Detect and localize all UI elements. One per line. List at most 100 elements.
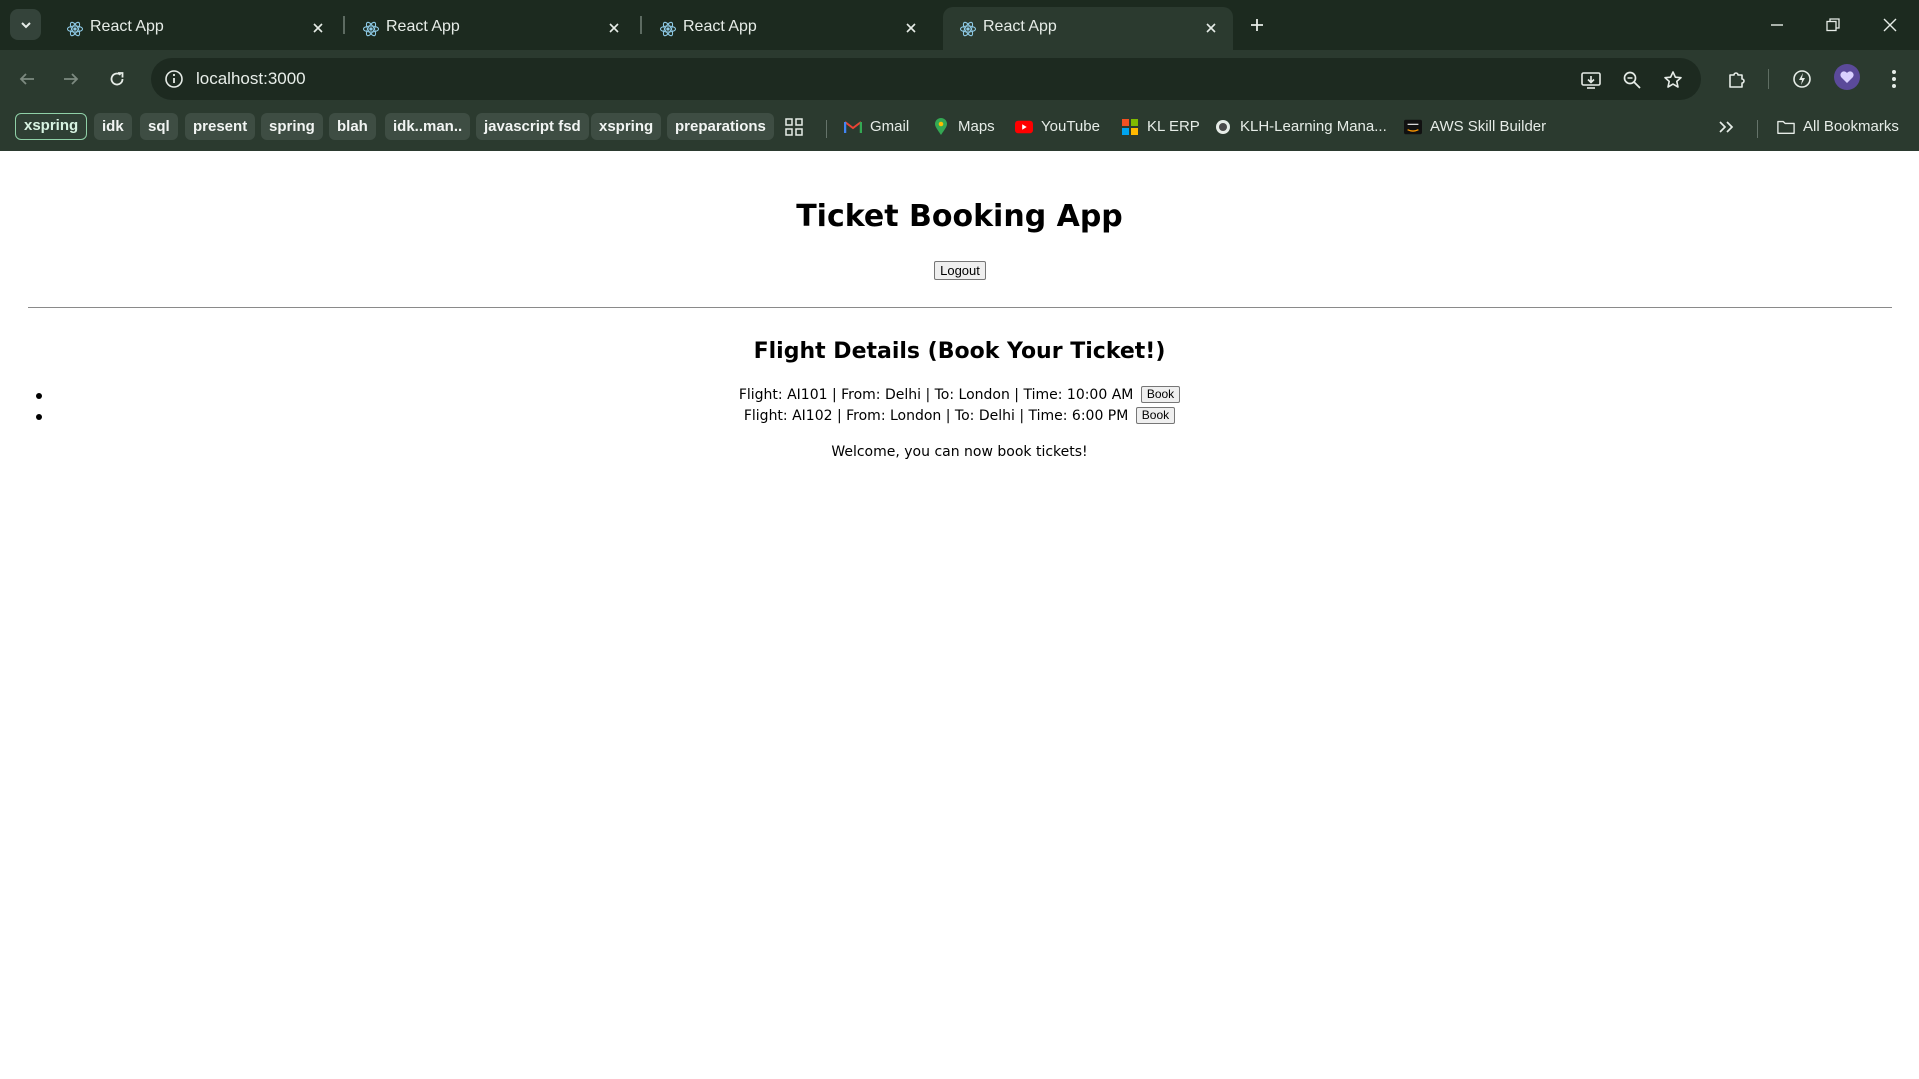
bookmark-folder-xspring[interactable]: xspring [15, 113, 88, 140]
performance-button[interactable] [1787, 64, 1817, 94]
react-icon [66, 21, 84, 37]
install-app-icon[interactable] [1579, 68, 1603, 92]
logout-button[interactable]: Logout [934, 261, 986, 280]
divider [28, 307, 1892, 308]
profile-avatar[interactable] [1834, 64, 1860, 90]
forward-button[interactable] [56, 64, 86, 94]
bookmark-youtube[interactable]: YouTube [1015, 113, 1100, 140]
bookmark-folder-spring[interactable]: spring [261, 113, 323, 140]
address-bar[interactable]: localhost:3000 [151, 58, 1701, 100]
bookmark-folder-sql[interactable]: sql [140, 113, 178, 140]
restore-icon [1826, 18, 1840, 32]
book-button[interactable]: Book [1135, 407, 1176, 424]
tab-2[interactable]: React App [346, 7, 636, 50]
puzzle-icon [1729, 72, 1745, 88]
tab-3[interactable]: React App [643, 7, 933, 50]
plus-icon [1251, 19, 1263, 31]
maps-pin-icon [932, 117, 950, 136]
list-bullet [36, 414, 42, 420]
arrow-left-icon [19, 73, 34, 85]
arrow-right-icon [64, 73, 79, 85]
site-info-icon[interactable] [163, 68, 185, 90]
bookmark-klh-learning[interactable]: KLH-Learning Mana... [1214, 113, 1387, 140]
folder-icon [1777, 118, 1795, 136]
reload-button[interactable] [102, 64, 132, 94]
tab-strip: React App React App React App React App [0, 0, 1919, 50]
youtube-icon [1015, 118, 1033, 136]
bookmark-label: KLH-Learning Mana... [1240, 118, 1387, 135]
bookmark-maps[interactable]: Maps [932, 113, 995, 140]
minimize-icon [1771, 24, 1783, 26]
bookmark-star-icon[interactable] [1661, 68, 1685, 92]
zoom-icon[interactable] [1620, 68, 1644, 92]
close-window-button[interactable] [1875, 10, 1905, 40]
bookmark-kl-erp[interactable]: KL ERP [1121, 113, 1200, 140]
tab-separator [343, 16, 345, 34]
bookmark-gmail[interactable]: Gmail [844, 113, 909, 140]
browser-chrome: React App React App React App React App [0, 0, 1919, 151]
bookmark-folder-javascript-fsd[interactable]: javascript fsd [476, 113, 589, 140]
toolbar-divider [1768, 69, 1769, 89]
list-bullet [36, 393, 42, 399]
tab-title: React App [386, 18, 460, 35]
app-title: Ticket Booking App [796, 199, 1123, 234]
aws-icon [1404, 118, 1422, 136]
close-tab-icon[interactable] [604, 18, 624, 38]
flight-details-text: Flight: AI101 | From: Delhi | To: London… [738, 387, 1134, 403]
url-text: localhost:3000 [196, 69, 306, 88]
performance-icon [1793, 70, 1811, 88]
bookmark-folder-idk-man[interactable]: idk..man.. [385, 113, 471, 140]
tab-1[interactable]: React App [50, 7, 340, 50]
react-icon [959, 21, 977, 37]
apps-grid-icon [785, 117, 803, 136]
bookmark-folder-preparations[interactable]: preparations [667, 113, 774, 140]
more-bookmarks-button[interactable] [1718, 113, 1734, 140]
bookmark-aws-skill-builder[interactable]: AWS Skill Builder [1404, 113, 1546, 140]
kl-erp-icon [1121, 118, 1139, 136]
klh-learning-icon [1214, 118, 1232, 136]
react-icon [362, 21, 380, 37]
flight-list-item: Flight: AI102 | From: London | To: Delhi… [0, 406, 1919, 427]
bookmarks-separator [826, 120, 827, 138]
book-button[interactable]: Book [1140, 386, 1181, 403]
gmail-icon [844, 118, 862, 136]
all-bookmarks-button[interactable]: All Bookmarks [1777, 113, 1899, 140]
bookmark-label: All Bookmarks [1803, 118, 1899, 135]
bookmark-folder-blah[interactable]: blah [329, 113, 376, 140]
tab-4-active[interactable]: React App [943, 7, 1233, 50]
bookmark-label: YouTube [1041, 118, 1100, 135]
back-button[interactable] [12, 64, 42, 94]
restore-button[interactable] [1818, 10, 1848, 40]
close-tab-icon[interactable] [901, 18, 921, 38]
flight-details-text: Flight: AI102 | From: London | To: Delhi… [743, 408, 1129, 424]
browser-menu-button[interactable] [1879, 64, 1909, 94]
page-content: Ticket Booking App Logout Flight Details… [0, 151, 1919, 1079]
tab-title: React App [683, 18, 757, 35]
tab-separator [640, 16, 642, 34]
flight-list: Flight: AI101 | From: Delhi | To: London… [0, 385, 1919, 427]
tab-title: React App [983, 18, 1057, 35]
bookmarks-separator [1757, 120, 1758, 138]
chevron-down-icon [20, 21, 31, 28]
bookmark-label: Maps [958, 118, 995, 135]
bookmark-folder-idk[interactable]: idk [94, 113, 132, 140]
double-chevron-right-icon [1719, 120, 1734, 133]
minimize-button[interactable] [1762, 10, 1792, 40]
bookmark-folder-xspring-2[interactable]: xspring [591, 113, 662, 140]
new-tab-button[interactable] [1244, 12, 1270, 38]
more-vertical-icon [1892, 70, 1896, 88]
flight-list-item: Flight: AI101 | From: Delhi | To: London… [0, 385, 1919, 406]
close-tab-icon[interactable] [308, 18, 328, 38]
extensions-button[interactable] [1722, 64, 1752, 94]
react-icon [659, 21, 677, 37]
bookmark-folder-present[interactable]: present [185, 113, 256, 140]
bookmark-label: KL ERP [1147, 118, 1200, 135]
tab-search-button[interactable] [10, 9, 41, 40]
bookmarks-bar: xspring idk sql present spring blah idk.… [0, 108, 1919, 151]
apps-grid-button[interactable] [784, 113, 804, 140]
section-title: Flight Details (Book Your Ticket!) [753, 339, 1166, 364]
close-tab-icon[interactable] [1201, 18, 1221, 38]
reload-icon [110, 72, 124, 86]
browser-toolbar: localhost:3000 [0, 50, 1919, 108]
tab-title: React App [90, 18, 164, 35]
